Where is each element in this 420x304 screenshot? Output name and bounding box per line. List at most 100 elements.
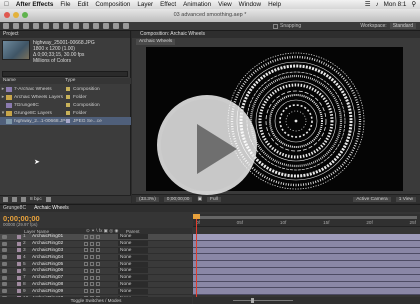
timeline-zoom-slider[interactable]	[233, 300, 293, 301]
layer-name[interactable]: ArchaicRing09	[32, 289, 84, 294]
label-color-swatch[interactable]	[17, 255, 21, 260]
layer-row[interactable]: 1 ArchaicRing01 None	[0, 234, 192, 241]
tab-archaic-wheels[interactable]: Archaic Wheels	[34, 205, 69, 212]
menu-window[interactable]: Window	[239, 1, 261, 8]
lock-icon[interactable]	[10, 289, 14, 293]
layer-row[interactable]: 2 ArchaicRing02 None	[0, 241, 192, 248]
current-time-indicator-handle[interactable]	[193, 214, 200, 219]
layer-duration-bar[interactable]	[193, 261, 420, 268]
project-item[interactable]: ▸ Archaic Wheels Layers Folder	[0, 93, 131, 101]
lock-icon[interactable]	[10, 269, 14, 273]
spotlight-icon[interactable]: ⚲	[411, 1, 416, 8]
parent-select[interactable]: None	[118, 247, 148, 253]
parent-select[interactable]: None	[118, 254, 148, 260]
menu-composition[interactable]: Composition	[95, 1, 130, 8]
type-tool-icon[interactable]	[83, 23, 89, 29]
menu-file[interactable]: File	[60, 1, 70, 8]
visibility-eye-icon[interactable]	[2, 241, 7, 246]
brush-tool-icon[interactable]	[93, 23, 99, 29]
lock-icon[interactable]	[10, 276, 14, 280]
layer-name[interactable]: ArchaicRing04	[32, 255, 84, 260]
hand-tool-icon[interactable]	[13, 23, 19, 29]
project-item[interactable]: 7Grunge8C Composition	[0, 101, 131, 109]
snapshot-icon[interactable]: ▣	[197, 197, 202, 202]
current-time-indicator[interactable]	[193, 214, 200, 304]
menu-help[interactable]: Help	[268, 1, 281, 8]
zoom-tool-icon[interactable]	[23, 23, 29, 29]
clone-tool-icon[interactable]	[103, 23, 109, 29]
layer-row[interactable]: 3 ArchaicRing03 None	[0, 247, 192, 255]
lock-icon[interactable]	[10, 282, 14, 286]
apple-icon[interactable]: 	[4, 1, 9, 8]
menu-view[interactable]: View	[218, 1, 232, 8]
composition-panel-tab[interactable]: Composition: Archaic Wheels	[132, 31, 420, 38]
label-color-swatch[interactable]	[17, 262, 21, 267]
layer-duration-bar[interactable]	[193, 267, 420, 275]
column-type[interactable]: Type	[62, 78, 75, 84]
lock-icon[interactable]	[10, 248, 14, 252]
layer-name[interactable]: ArchaicRing06	[32, 268, 84, 273]
layer-switches[interactable]	[84, 289, 118, 294]
layer-duration-bar[interactable]	[193, 281, 420, 289]
label-color-swatch[interactable]	[17, 275, 21, 280]
layer-row[interactable]: 7 ArchaicRing07 None	[0, 275, 192, 282]
resolution-menu[interactable]: Full	[207, 196, 221, 202]
parent-select[interactable]: None	[118, 268, 148, 274]
menubar-clock[interactable]: Mon 8:1	[384, 1, 407, 8]
label-color-swatch[interactable]	[66, 87, 70, 91]
parent-select[interactable]: None	[118, 281, 148, 287]
layer-switches[interactable]	[84, 248, 118, 253]
play-button[interactable]	[157, 95, 257, 195]
puppet-tool-icon[interactable]	[123, 23, 129, 29]
pan-behind-tool-icon[interactable]	[53, 23, 59, 29]
new-composition-icon[interactable]	[21, 197, 26, 202]
volume-icon[interactable]: ♪	[375, 1, 378, 8]
layer-row[interactable]: 6 ArchaicRing06 None	[0, 268, 192, 275]
column-name[interactable]: Name	[0, 78, 62, 84]
layer-name[interactable]: ArchaicRing02	[32, 241, 84, 246]
new-folder-icon[interactable]	[12, 197, 17, 202]
menu-layer[interactable]: Layer	[137, 1, 153, 8]
header-parent[interactable]: Parent	[126, 229, 166, 234]
visibility-eye-icon[interactable]	[2, 268, 7, 273]
menu-edit[interactable]: Edit	[77, 1, 88, 8]
selection-tool-icon[interactable]	[3, 23, 9, 29]
visibility-eye-icon[interactable]	[2, 234, 7, 239]
label-color-swatch[interactable]	[17, 234, 21, 239]
zoom-menu[interactable]: (33.3%)	[136, 196, 159, 202]
label-color-swatch[interactable]	[66, 119, 70, 123]
layer-name[interactable]: ArchaicRing03	[32, 248, 84, 253]
menu-animation[interactable]: Animation	[183, 1, 211, 8]
visibility-eye-icon[interactable]	[2, 275, 7, 280]
visibility-eye-icon[interactable]	[2, 262, 7, 267]
layer-row[interactable]: 9 ArchaicRing09 None	[0, 288, 192, 296]
label-color-swatch[interactable]	[66, 95, 70, 99]
layer-duration-bar[interactable]	[193, 247, 420, 255]
layer-switches[interactable]	[84, 275, 118, 280]
layer-switches[interactable]	[84, 282, 118, 287]
layer-switches[interactable]	[84, 255, 118, 260]
timeline-zoom-knob[interactable]	[251, 298, 254, 303]
layer-name[interactable]: ArchaicRing05	[32, 262, 84, 267]
visibility-eye-icon[interactable]	[2, 248, 7, 253]
lock-icon[interactable]	[10, 235, 14, 239]
workspace-selector[interactable]: Workspace: Standard	[360, 23, 416, 29]
visibility-eye-icon[interactable]	[2, 255, 7, 260]
toggle-switches-modes-button[interactable]: Toggle Switches / Modes	[0, 297, 192, 304]
view-layout-menu[interactable]: 1 View	[395, 196, 416, 202]
layer-duration-bar[interactable]	[193, 254, 420, 262]
label-color-swatch[interactable]	[17, 289, 21, 294]
trash-icon[interactable]	[45, 197, 51, 202]
parent-select[interactable]: None	[118, 275, 148, 281]
label-color-swatch[interactable]	[17, 248, 21, 253]
project-panel-tab[interactable]: Project	[0, 31, 130, 38]
composition-sub-tab[interactable]: Archaic Wheels	[136, 39, 176, 45]
label-color-swatch[interactable]	[17, 282, 21, 287]
rotate-tool-icon[interactable]	[33, 23, 39, 29]
parent-select[interactable]: None	[118, 241, 148, 247]
lock-icon[interactable]	[10, 255, 14, 259]
project-item[interactable]: ▸ 7-Archaic Wheels Composition	[0, 85, 131, 93]
wifi-icon[interactable]: ☰	[365, 1, 371, 8]
layer-switches[interactable]	[84, 262, 118, 267]
visibility-eye-icon[interactable]	[2, 282, 7, 287]
